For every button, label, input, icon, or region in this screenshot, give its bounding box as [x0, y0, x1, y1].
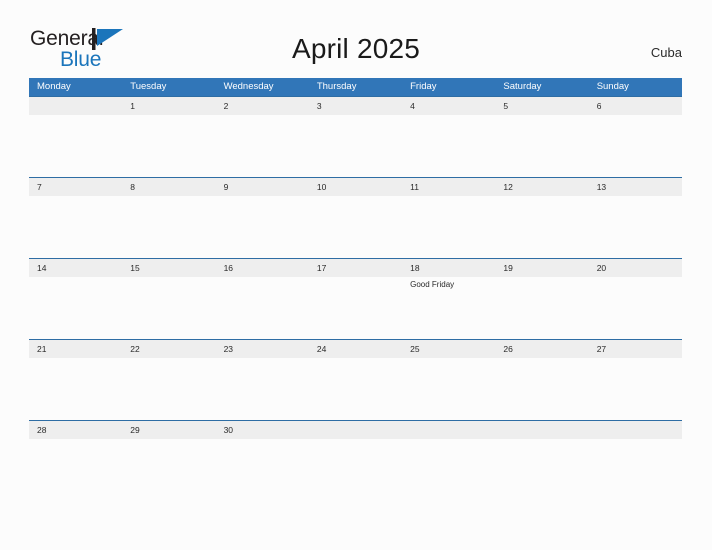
day-number[interactable]: 12 — [495, 178, 588, 196]
date-number-band: 28 29 30 — [29, 421, 682, 439]
day-number[interactable]: 5 — [495, 97, 588, 115]
day-number[interactable]: 11 — [402, 178, 495, 196]
day-number[interactable]: 4 — [402, 97, 495, 115]
day-events-band — [29, 439, 682, 501]
day-cell[interactable] — [589, 196, 682, 258]
day-cell[interactable] — [309, 358, 402, 420]
page-title: April 2025 — [291, 33, 421, 64]
day-cell-holiday[interactable]: Good Friday — [402, 277, 495, 339]
holiday-event-label: Good Friday — [410, 280, 455, 289]
day-number[interactable]: 1 — [122, 97, 215, 115]
date-number-band: 7 8 9 10 11 12 13 — [29, 178, 682, 196]
day-number[interactable]: 8 — [122, 178, 215, 196]
day-number[interactable]: 28 — [29, 421, 122, 439]
day-number[interactable]: 18 — [402, 259, 495, 277]
country-label: Cuba — [650, 45, 682, 60]
day-cell[interactable] — [589, 277, 682, 339]
day-number[interactable]: 13 — [589, 178, 682, 196]
day-number[interactable]: 10 — [309, 178, 402, 196]
week-row: 14 15 16 17 18 19 20 Good Friday — [29, 258, 682, 339]
calendar-grid: Monday Tuesday Wednesday Thursday Friday… — [29, 78, 682, 501]
day-cell[interactable] — [122, 358, 215, 420]
day-cell[interactable] — [122, 196, 215, 258]
day-cell[interactable] — [589, 115, 682, 177]
day-number[interactable] — [309, 421, 402, 439]
day-cell[interactable] — [29, 358, 122, 420]
week-row: 21 22 23 24 25 26 27 — [29, 339, 682, 420]
day-number[interactable]: 15 — [122, 259, 215, 277]
day-cell[interactable] — [122, 439, 215, 501]
day-cell[interactable] — [309, 439, 402, 501]
day-cell[interactable] — [402, 115, 495, 177]
day-cell[interactable] — [495, 115, 588, 177]
day-cell[interactable] — [495, 277, 588, 339]
date-number-band: 21 22 23 24 25 26 27 — [29, 340, 682, 358]
day-cell[interactable] — [402, 439, 495, 501]
day-number[interactable]: 17 — [309, 259, 402, 277]
day-cell[interactable] — [589, 358, 682, 420]
day-cell[interactable] — [402, 358, 495, 420]
day-cell[interactable] — [29, 115, 122, 177]
day-events-band: Good Friday — [29, 277, 682, 339]
day-cell[interactable] — [495, 196, 588, 258]
weekday-header-saturday: Saturday — [503, 81, 542, 92]
day-number[interactable] — [589, 421, 682, 439]
day-cell[interactable] — [216, 196, 309, 258]
weekday-header-row: Monday Tuesday Wednesday Thursday Friday… — [29, 78, 682, 96]
day-events-band — [29, 358, 682, 420]
weekday-header-sunday: Sunday — [596, 81, 629, 92]
week-row: 7 8 9 10 11 12 13 — [29, 177, 682, 258]
date-number-band: 14 15 16 17 18 19 20 — [29, 259, 682, 277]
day-number[interactable]: 23 — [216, 340, 309, 358]
day-cell[interactable] — [402, 196, 495, 258]
day-number[interactable]: 20 — [589, 259, 682, 277]
day-cell[interactable] — [589, 439, 682, 501]
day-number[interactable]: 27 — [589, 340, 682, 358]
date-number-band: 1 2 3 4 5 6 — [29, 97, 682, 115]
day-number[interactable]: 9 — [216, 178, 309, 196]
day-cell[interactable] — [29, 277, 122, 339]
day-number[interactable]: 26 — [495, 340, 588, 358]
day-cell[interactable] — [216, 358, 309, 420]
day-number[interactable]: 30 — [216, 421, 309, 439]
day-cell[interactable] — [216, 277, 309, 339]
day-cell[interactable] — [309, 115, 402, 177]
week-row: 28 29 30 — [29, 420, 682, 501]
day-number[interactable]: 3 — [309, 97, 402, 115]
day-cell[interactable] — [122, 277, 215, 339]
day-cell[interactable] — [29, 439, 122, 501]
day-number[interactable]: 6 — [589, 97, 682, 115]
day-number[interactable]: 7 — [29, 178, 122, 196]
day-events-band — [29, 115, 682, 177]
day-cell[interactable] — [495, 358, 588, 420]
weekday-header-tuesday: Tuesday — [130, 81, 167, 92]
day-number[interactable] — [495, 421, 588, 439]
day-cell[interactable] — [122, 115, 215, 177]
day-number[interactable] — [29, 97, 122, 115]
day-number[interactable]: 14 — [29, 259, 122, 277]
day-cell[interactable] — [309, 196, 402, 258]
weekday-header-friday: Friday — [410, 81, 437, 92]
day-number[interactable]: 25 — [402, 340, 495, 358]
day-cell[interactable] — [29, 196, 122, 258]
day-number[interactable] — [402, 421, 495, 439]
day-number[interactable]: 2 — [216, 97, 309, 115]
day-cell[interactable] — [216, 439, 309, 501]
day-cell[interactable] — [216, 115, 309, 177]
day-number[interactable]: 29 — [122, 421, 215, 439]
day-number[interactable]: 24 — [309, 340, 402, 358]
day-number[interactable]: 19 — [495, 259, 588, 277]
calendar-page: General Blue April 2025 Cuba Monday Tues… — [0, 0, 712, 550]
day-cell[interactable] — [495, 439, 588, 501]
week-row: 1 2 3 4 5 6 — [29, 96, 682, 177]
day-number[interactable]: 16 — [216, 259, 309, 277]
weekday-header-monday: Monday — [37, 81, 71, 92]
day-number[interactable]: 22 — [122, 340, 215, 358]
weekday-header-wednesday: Wednesday — [223, 81, 274, 92]
weekday-header-thursday: Thursday — [316, 81, 357, 92]
page-header: General Blue April 2025 Cuba — [0, 0, 712, 70]
day-events-band — [29, 196, 682, 258]
day-number[interactable]: 21 — [29, 340, 122, 358]
day-cell[interactable] — [309, 277, 402, 339]
